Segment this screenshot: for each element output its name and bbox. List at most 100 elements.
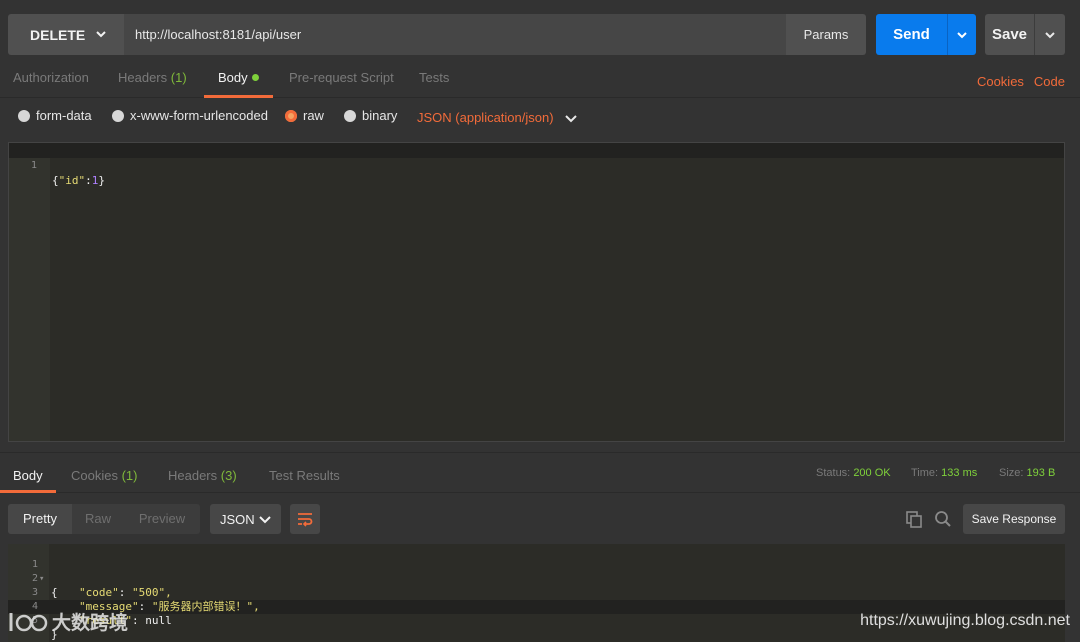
chevron-down-icon xyxy=(1045,31,1055,38)
radio-icon xyxy=(112,109,124,122)
view-raw-label: Raw xyxy=(84,511,111,526)
radio-icon xyxy=(18,109,30,122)
wrap-lines-button[interactable] xyxy=(290,504,320,534)
send-button[interactable]: Send xyxy=(876,14,947,55)
radio-selected-icon xyxy=(285,109,297,122)
code-line: 1 {"id":1} xyxy=(9,143,105,187)
radio-icon xyxy=(344,109,356,122)
fold-arrow-icon[interactable]: ▾ xyxy=(39,572,44,586)
view-pretty-label: Pretty xyxy=(23,511,57,526)
time-label: Time: xyxy=(911,467,939,479)
response-line: 2 "code": "500", xyxy=(8,558,172,599)
resp-tab-body-label: Body xyxy=(13,468,43,483)
time-value: 133 ms xyxy=(941,467,978,479)
request-body-editor[interactable]: 1 {"id":1} xyxy=(8,142,1065,442)
tab-body-label: Body xyxy=(218,70,248,85)
tab-headers[interactable]: Headers (1) xyxy=(118,70,187,98)
radio-form-data[interactable]: form-data xyxy=(18,108,92,123)
status-value: 200 OK xyxy=(853,467,891,479)
code-text: "code": "500", xyxy=(79,586,172,599)
request-side-links: Cookies Code xyxy=(967,74,1065,89)
search-icon xyxy=(935,511,951,527)
view-pretty-button[interactable]: Pretty xyxy=(8,504,72,534)
tab-prerequest-script[interactable]: Pre-request Script xyxy=(289,70,394,98)
response-line: 3 "message": "服务器内部错误！", xyxy=(8,572,260,613)
radio-raw-label: raw xyxy=(303,108,324,123)
send-label: Send xyxy=(893,26,930,43)
tab-authorization[interactable]: Authorization xyxy=(13,70,89,98)
line-number: 1 xyxy=(30,160,37,171)
json-colon: : xyxy=(85,174,92,187)
request-tabs: Authorization Headers (1) Body Pre-reque… xyxy=(0,62,1080,98)
tab-tests[interactable]: Tests xyxy=(419,70,449,98)
format-label: JSON xyxy=(220,511,255,527)
resp-tab-cookies[interactable]: Cookies (1) xyxy=(71,468,137,496)
url-value: http://localhost:8181/api/user xyxy=(135,27,302,42)
send-dropdown-button[interactable] xyxy=(947,14,976,55)
resp-tab-cookies-label: Cookies xyxy=(71,468,118,483)
body-type-selector: form-data x-www-form-urlencoded raw bina… xyxy=(0,100,1080,132)
body-indicator-dot xyxy=(251,74,259,81)
watermark-right-text: https://xuwujing.blog.csdn.net xyxy=(860,612,1070,629)
watermark-left-text: 大数跨境 xyxy=(52,613,129,634)
chevron-down-icon xyxy=(96,31,106,38)
view-preview-button[interactable]: Preview xyxy=(124,504,200,534)
search-response-button[interactable] xyxy=(932,508,954,530)
code-text: {"id":1} xyxy=(52,173,105,188)
tab-prerequest-label: Pre-request Script xyxy=(289,70,394,85)
radio-urlencoded[interactable]: x-www-form-urlencoded xyxy=(112,108,268,123)
params-label: Params xyxy=(803,27,849,42)
resp-tab-cookies-count: (1) xyxy=(121,468,138,483)
save-button[interactable]: Save xyxy=(985,14,1034,55)
wrap-lines-icon xyxy=(298,513,313,527)
response-line: 1 ▾ { xyxy=(8,544,58,599)
radio-form-data-label: form-data xyxy=(36,108,92,123)
method-select[interactable]: DELETE xyxy=(8,14,124,55)
chevron-down-icon xyxy=(564,114,577,122)
tab-headers-count: (1) xyxy=(170,70,187,85)
url-input[interactable]: http://localhost:8181/api/user xyxy=(124,14,786,55)
brace-open: { xyxy=(52,174,59,187)
view-preview-label: Preview xyxy=(138,511,186,526)
size-readout: Size: 193 B xyxy=(999,467,1055,479)
resp-tab-headers-count: (3) xyxy=(220,468,237,483)
json-value: "500", xyxy=(132,586,172,599)
code-link[interactable]: Code xyxy=(1034,74,1065,89)
resp-tab-headers[interactable]: Headers (3) xyxy=(168,468,237,496)
tab-tests-label: Tests xyxy=(419,70,450,85)
response-tabs: Body Cookies (1) Headers (3) Test Result… xyxy=(0,453,1080,493)
radio-binary[interactable]: binary xyxy=(344,108,397,123)
view-raw-button[interactable]: Raw xyxy=(72,504,124,534)
json-key: "id" xyxy=(58,174,86,187)
response-line: 4 "result": null xyxy=(8,586,172,627)
size-label: Size: xyxy=(999,467,1024,479)
params-button[interactable]: Params xyxy=(786,14,866,55)
save-label: Save xyxy=(991,26,1028,43)
resp-tab-headers-label: Headers xyxy=(168,468,218,483)
view-mode-segmented: Pretty Raw Preview xyxy=(8,504,200,534)
brace-close: } xyxy=(98,174,105,187)
tab-headers-label: Headers xyxy=(118,70,168,85)
radio-raw[interactable]: raw xyxy=(285,108,324,123)
copy-response-button[interactable] xyxy=(903,508,925,530)
watermark-logo: 大数跨境 xyxy=(8,608,128,635)
json-value: "服务器内部错误！", xyxy=(151,600,260,613)
save-response-label: Save Response xyxy=(971,512,1057,526)
save-response-button[interactable]: Save Response xyxy=(963,504,1065,534)
json-value: null xyxy=(145,614,172,627)
content-type-select[interactable]: JSON (application/json) xyxy=(417,110,578,125)
content-type-label: JSON (application/json) xyxy=(417,110,554,125)
status-readout: Status: 200 OK xyxy=(816,467,891,479)
response-format-select[interactable]: JSON xyxy=(210,504,281,534)
resp-tab-body[interactable]: Body xyxy=(0,468,56,493)
chevron-down-icon xyxy=(259,516,271,524)
json-key: "code" xyxy=(79,586,119,599)
active-tab-underline xyxy=(204,95,273,98)
resp-tab-test-results[interactable]: Test Results xyxy=(269,468,340,496)
tab-body[interactable]: Body xyxy=(204,70,273,98)
cookies-link[interactable]: Cookies xyxy=(977,74,1024,89)
brace-open: { xyxy=(51,586,58,599)
save-dropdown-button[interactable] xyxy=(1034,14,1065,55)
size-value: 193 B xyxy=(1026,467,1056,479)
tab-authorization-label: Authorization xyxy=(13,70,89,85)
